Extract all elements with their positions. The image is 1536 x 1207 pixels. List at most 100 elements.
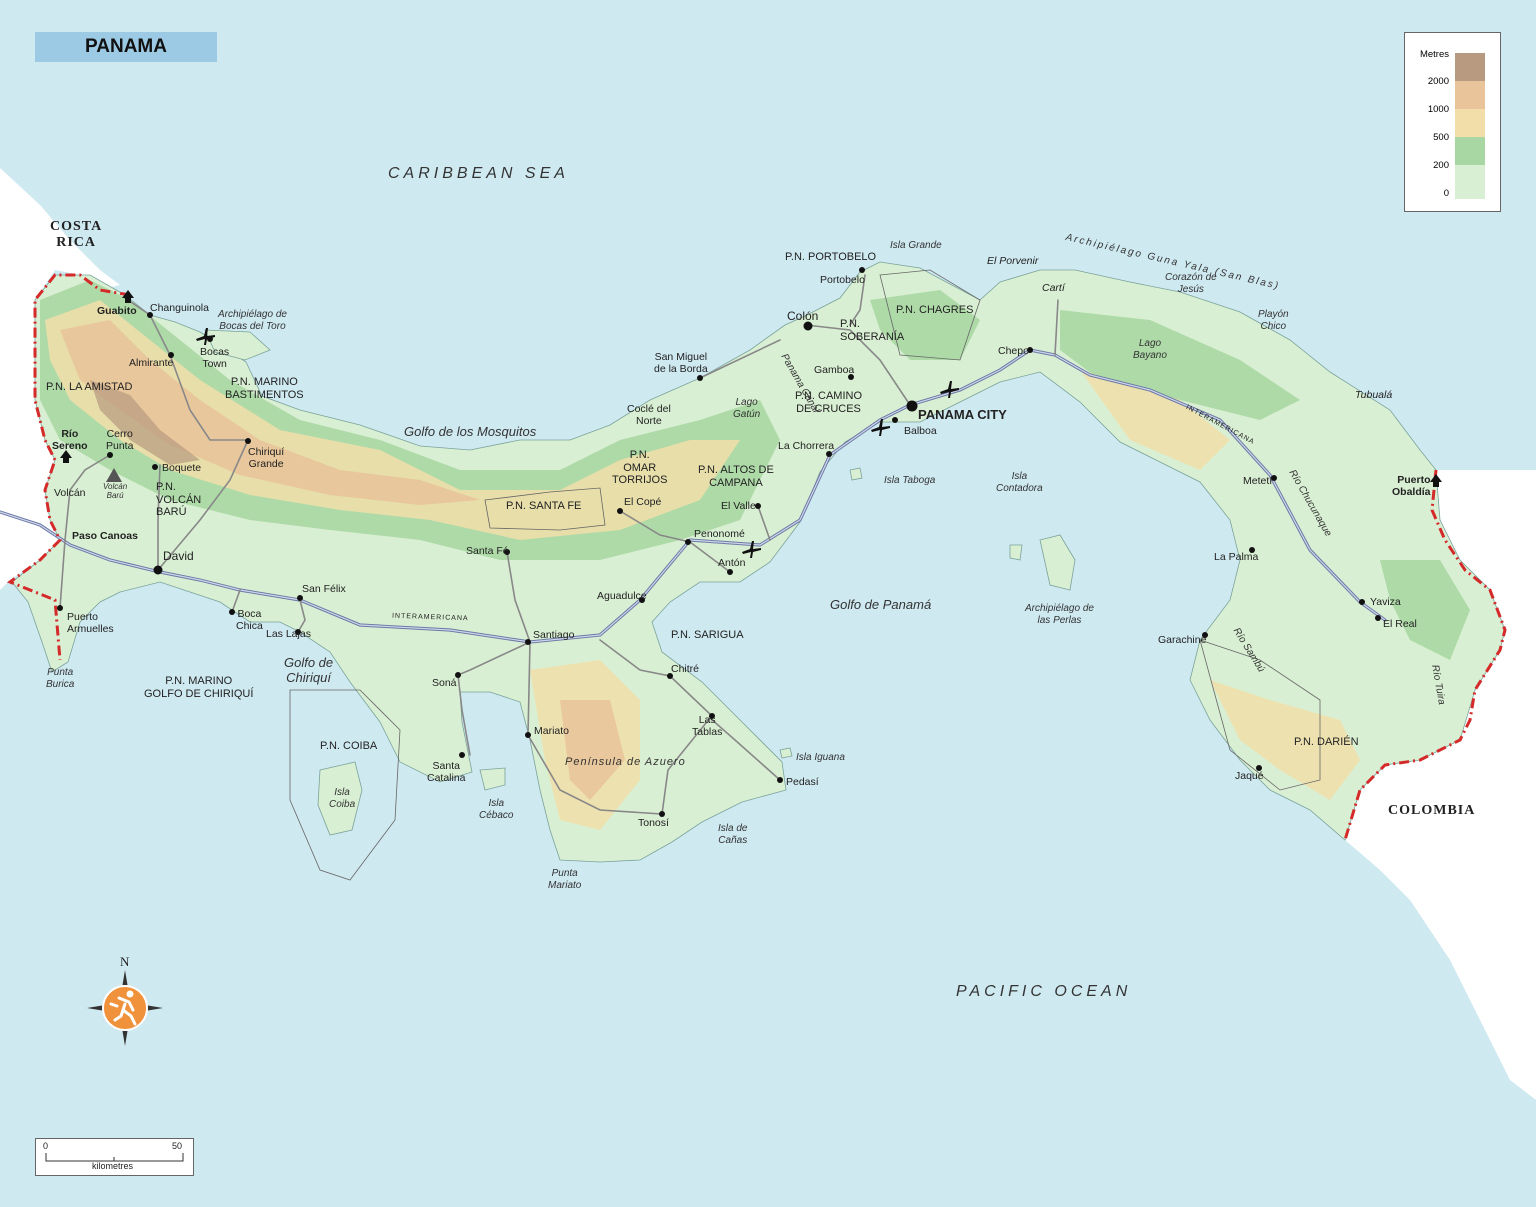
town-colon: Colón [787,309,819,323]
town-santiago: Santiago [533,629,575,641]
town-el-porvenir: El Porvenir [987,255,1039,267]
town-meteti: Metetí [1243,475,1273,487]
map-title-box: PANAMA [35,32,217,62]
town-penonome: Penonomé [694,528,745,540]
legend-label-0: 0 [1443,188,1449,199]
park-la-amistad: P.N. LA AMISTAD [46,381,133,393]
town-chitre: Chitré [671,663,700,675]
town-david: David [163,549,194,563]
legend-label-1000: 1000 [1427,104,1449,115]
park-soberania: P.N. SOBERANÍA [840,318,905,343]
town-tubuala: Tubualá [1355,389,1393,401]
town-la-chorrera: La Chorrera [778,440,835,452]
park-altos-campana: P.N. ALTOS DE CAMPANA [698,464,774,489]
colombia-label: COLOMBIA [1388,803,1476,818]
legend-label-200: 200 [1433,160,1449,171]
town-almirante: Almirante [129,357,174,369]
town-anton: Antón [718,557,746,569]
town-gamboa: Gamboa [814,364,855,376]
isla-coiba-label: Isla Coiba [329,787,356,810]
town-puerto-obaldia: Puerto Obaldía [1392,474,1431,499]
caribbean-sea-label: CARIBBEAN SEA [388,165,569,182]
town-san-felix: San Félix [302,583,346,595]
lago-bayano-label: Lago Bayano [1133,338,1167,361]
costa-rica-label: COSTA RICA [50,219,103,251]
park-sarigua: P.N. SARIGUA [671,629,744,641]
golfo-chiriqui-label: Golfo de Chiriquí [284,655,334,685]
legend-label-2000: 2000 [1427,76,1449,87]
town-mariato: Mariato [534,725,570,737]
park-portobelo: P.N. PORTOBELO [785,251,877,263]
town-bocas-town: Bocas Town [200,346,230,371]
lago-gatun-label: Lago Gatún [733,397,761,420]
town-pedasi: Pedasí [786,776,819,788]
elevation-legend: Metres 2000 1000 500 200 0 [1404,32,1501,212]
isla-taboga-label: Isla Taboga [884,475,936,486]
town-la-palma: La Palma [1214,551,1259,563]
town-las-tablas: Las Tablas [692,714,723,739]
legend-band-1000 [1455,81,1485,109]
town-jaque: Jaqué [1235,770,1264,782]
town-san-miguel: San Miguel de la Borda [654,351,708,376]
isla-iguana-label: Isla Iguana [796,752,845,763]
isla-cebaco-label: Isla Cébaco [479,798,514,821]
punta-burica-label: Punta Burica [46,667,75,690]
park-omar-torrijos: P.N. OMAR TORRIJOS [612,449,668,487]
peninsula-azuero-label: Península de Azuero [565,756,686,768]
town-cocle-del-norte: Coclé del Norte [627,403,671,428]
town-boca-chica: Boca Chica [236,608,263,633]
town-yaviza: Yaviza [1370,596,1401,608]
park-darien: P.N. DARIÉN [1294,736,1359,748]
pacific-ocean-label: PACIFIC OCEAN [956,983,1132,1000]
capital-panama-city: PANAMA CITY [918,407,1007,422]
town-tonosi: Tonosí [638,817,669,829]
town-puerto-armuelles: Puerto Armuelles [67,611,114,636]
park-santa-fe: P.N. SANTA FE [506,500,582,512]
town-chepo: Chepo [998,345,1029,357]
compass-north-label: N [120,954,130,969]
town-chiriqui-grande: Chiriquí Grande [248,446,285,471]
playon-chico-label: Playón Chico [1258,309,1289,332]
isla-canas-label: Isla de Cañas [718,823,748,846]
isla-contadora-label: Isla Contadora [996,471,1043,494]
park-chagres: P.N. CHAGRES [896,304,974,316]
town-santa-fe: Santa Fé [466,545,509,557]
volcan-baru-peak-label: Volcán Barú [103,482,128,501]
town-changuinola: Changuinola [150,302,209,314]
town-portobelo: Portobelo [820,274,865,286]
golfo-mosquitos-label: Golfo de los Mosquitos [404,424,537,439]
legend-band-500 [1455,109,1485,137]
perlas-archipelago-label: Archipiélago de las Perlas [1025,603,1094,626]
scale-unit: kilometres [92,1161,134,1171]
town-el-valle: El Valle [721,500,756,512]
town-sona: Soná [432,677,457,689]
town-las-lajas: Las Lajas [266,628,311,640]
town-rio-sereno: Río Sereno [52,428,88,453]
town-volcan: Volcán [54,487,86,499]
map-title: PANAMA [85,36,167,57]
town-guabito: Guabito [97,305,137,317]
town-santa-catalina: Santa Catalina [427,760,466,785]
golfo-panama-label: Golfo de Panamá [830,597,932,612]
town-boquete: Boquete [162,462,202,474]
town-balboa: Balboa [904,425,937,437]
punta-mariato-label: Punta Mariato [548,868,582,891]
bocas-archipelago-label: Archipiélago de Bocas del Toro [218,309,287,332]
legend-band-200 [1455,137,1485,165]
park-coiba: P.N. COIBA [320,740,378,752]
town-cerro-punta: Cerro Punta [106,428,134,453]
park-marino-chiriqui: P.N. MARINO GOLFO DE CHIRIQUÍ [144,675,254,700]
legend-band-0 [1455,165,1485,199]
town-carti: Cartí [1042,282,1065,294]
park-bastimentos: P.N. MARINO BASTIMENTOS [225,376,304,401]
isla-grande-label: Isla Grande [890,240,942,251]
town-el-cope: El Copé [624,496,662,508]
town-garachine: Garachiné [1158,634,1207,646]
legend-band-2000 [1455,53,1485,81]
town-el-real: El Real [1383,618,1417,630]
town-aguadulce: Aguadulce [597,590,647,602]
corazon-jesus-label: Corazón de Jesús [1165,272,1217,295]
town-paso-canoas: Paso Canoas [72,530,138,542]
park-volcan-baru: P.N. VOLCÁN BARÚ [156,481,202,519]
legend-label-500: 500 [1433,132,1449,143]
